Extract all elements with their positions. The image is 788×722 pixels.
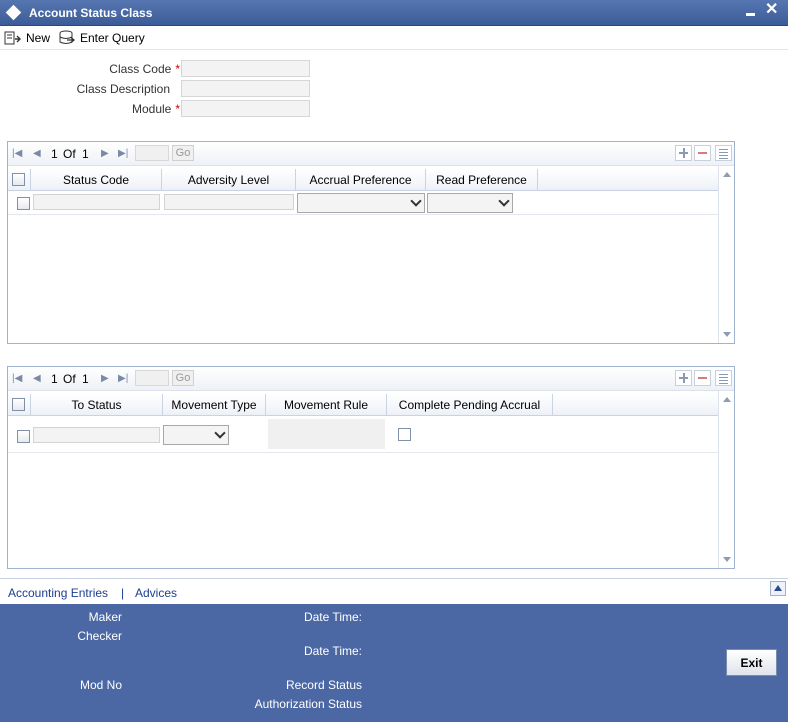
previous-page-icon[interactable]: ◀ <box>33 148 41 160</box>
audit-footer: Maker Date Time: Checker Date Time: Mod … <box>0 604 788 722</box>
first-page-icon[interactable]: |◀ <box>12 373 22 385</box>
vertical-scrollbar[interactable] <box>718 391 734 568</box>
adversity-level-cell-input[interactable] <box>164 194 294 210</box>
row-divider <box>8 452 718 453</box>
row-checkbox[interactable] <box>17 197 30 210</box>
grid-header: To Status Movement Type Movement Rule Co… <box>8 394 718 416</box>
toolbar: New Enter Query <box>0 26 788 50</box>
accrual-preference-select[interactable] <box>297 193 425 213</box>
movement-rule-cell[interactable] <box>268 419 385 449</box>
page-number-input[interactable] <box>135 145 169 161</box>
new-label: New <box>26 31 51 45</box>
go-button[interactable]: Go <box>172 145 194 161</box>
go-button[interactable]: Go <box>172 370 194 386</box>
accounting-entries-link[interactable]: Accounting Entries <box>8 586 108 600</box>
previous-page-icon[interactable]: ◀ <box>33 373 41 385</box>
column-header-to-status[interactable]: To Status <box>31 394 163 416</box>
select-all-checkbox[interactable] <box>12 173 25 186</box>
complete-pending-accrual-checkbox[interactable] <box>398 428 411 441</box>
scroll-down-icon[interactable] <box>723 332 731 337</box>
scroll-down-icon[interactable] <box>723 557 731 562</box>
class-code-input[interactable] <box>181 60 310 77</box>
vertical-scrollbar[interactable] <box>718 166 734 343</box>
next-page-icon[interactable]: ▶ <box>101 148 109 160</box>
page-number-input[interactable] <box>135 370 169 386</box>
column-header-complete-pending-accrual[interactable]: Complete Pending Accrual <box>387 394 553 416</box>
first-page-icon[interactable]: |◀ <box>12 148 22 160</box>
advices-link[interactable]: Advices <box>135 586 177 600</box>
title-bar: Account Status Class ✕ <box>0 0 788 26</box>
read-preference-select[interactable] <box>427 193 513 213</box>
column-header-adversity-level[interactable]: Adversity Level <box>162 169 296 191</box>
column-header-accrual-preference[interactable]: Accrual Preference <box>296 169 426 191</box>
enter-query-icon <box>59 30 76 44</box>
checker-label: Checker <box>77 629 122 643</box>
class-description-label: Class Description <box>76 82 170 96</box>
movement-type-select[interactable] <box>163 425 229 445</box>
delete-row-icon[interactable] <box>694 145 711 161</box>
close-icon[interactable]: ✕ <box>765 1 778 19</box>
to-status-cell-input[interactable] <box>33 427 160 443</box>
required-marker: * <box>175 102 180 116</box>
column-header-status-code[interactable]: Status Code <box>31 169 162 191</box>
checker-date-time-label: Date Time: <box>303 644 362 658</box>
next-page-icon[interactable]: ▶ <box>101 373 109 385</box>
single-view-icon[interactable] <box>715 370 732 386</box>
column-header-read-preference[interactable]: Read Preference <box>426 169 538 191</box>
last-page-icon[interactable]: ▶| <box>118 148 128 160</box>
collapse-footer-icon[interactable] <box>770 581 786 596</box>
minimize-icon[interactable] <box>746 13 755 16</box>
new-button[interactable]: New <box>4 29 50 47</box>
scroll-up-icon[interactable] <box>723 172 731 177</box>
maker-date-time-label: Date Time: <box>303 610 362 624</box>
page-of-label: Of <box>63 372 76 386</box>
window-diamond-icon <box>5 4 22 21</box>
column-header-movement-rule[interactable]: Movement Rule <box>266 394 387 416</box>
window-title: Account Status Class <box>29 6 153 20</box>
status-movement-grid: |◀ ◀ 1 Of 1 ▶ ▶| Go To Status Movement T… <box>7 366 735 569</box>
page-of-label: Of <box>63 147 76 161</box>
status-code-cell-input[interactable] <box>33 194 160 210</box>
page-current: 1 <box>51 372 58 386</box>
column-header-movement-type[interactable]: Movement Type <box>163 394 266 416</box>
module-label: Module * <box>131 102 180 116</box>
new-document-icon <box>4 31 21 45</box>
select-all-cell <box>8 169 31 191</box>
single-view-icon[interactable] <box>715 145 732 161</box>
chevron-down-icon <box>410 195 422 207</box>
links-bar: Accounting Entries | Advices <box>0 578 788 604</box>
required-marker: * <box>175 62 180 76</box>
scroll-up-icon[interactable] <box>723 397 731 402</box>
add-row-icon[interactable] <box>675 145 692 161</box>
grid-header: Status Code Adversity Level Accrual Pref… <box>8 169 718 191</box>
chevron-down-icon <box>214 427 226 439</box>
class-code-label: Class Code * <box>109 62 180 76</box>
select-all-checkbox[interactable] <box>12 398 25 411</box>
enter-query-button[interactable]: Enter Query <box>58 29 145 47</box>
select-all-cell <box>8 394 31 416</box>
link-separator: | <box>121 586 125 600</box>
grid-navigation: |◀ ◀ 1 Of 1 ▶ ▶| Go <box>8 367 734 391</box>
module-input[interactable] <box>181 100 310 117</box>
page-total: 1 <box>82 147 89 161</box>
status-code-grid: |◀ ◀ 1 Of 1 ▶ ▶| Go Status Code Adversit… <box>7 141 735 344</box>
row-divider <box>8 214 718 215</box>
class-description-input[interactable] <box>181 80 310 97</box>
chevron-down-icon <box>498 195 510 207</box>
exit-button[interactable]: Exit <box>726 649 777 676</box>
page-current: 1 <box>51 147 58 161</box>
authorization-status-label: Authorization Status <box>254 697 362 711</box>
page-total: 1 <box>82 372 89 386</box>
add-row-icon[interactable] <box>675 370 692 386</box>
grid-navigation: |◀ ◀ 1 Of 1 ▶ ▶| Go <box>8 142 734 166</box>
row-checkbox[interactable] <box>17 430 30 443</box>
delete-row-icon[interactable] <box>694 370 711 386</box>
mod-no-label: Mod No <box>79 678 122 692</box>
record-status-label: Record Status <box>285 678 362 692</box>
maker-label: Maker <box>88 610 122 624</box>
enter-query-label: Enter Query <box>80 31 145 45</box>
last-page-icon[interactable]: ▶| <box>118 373 128 385</box>
